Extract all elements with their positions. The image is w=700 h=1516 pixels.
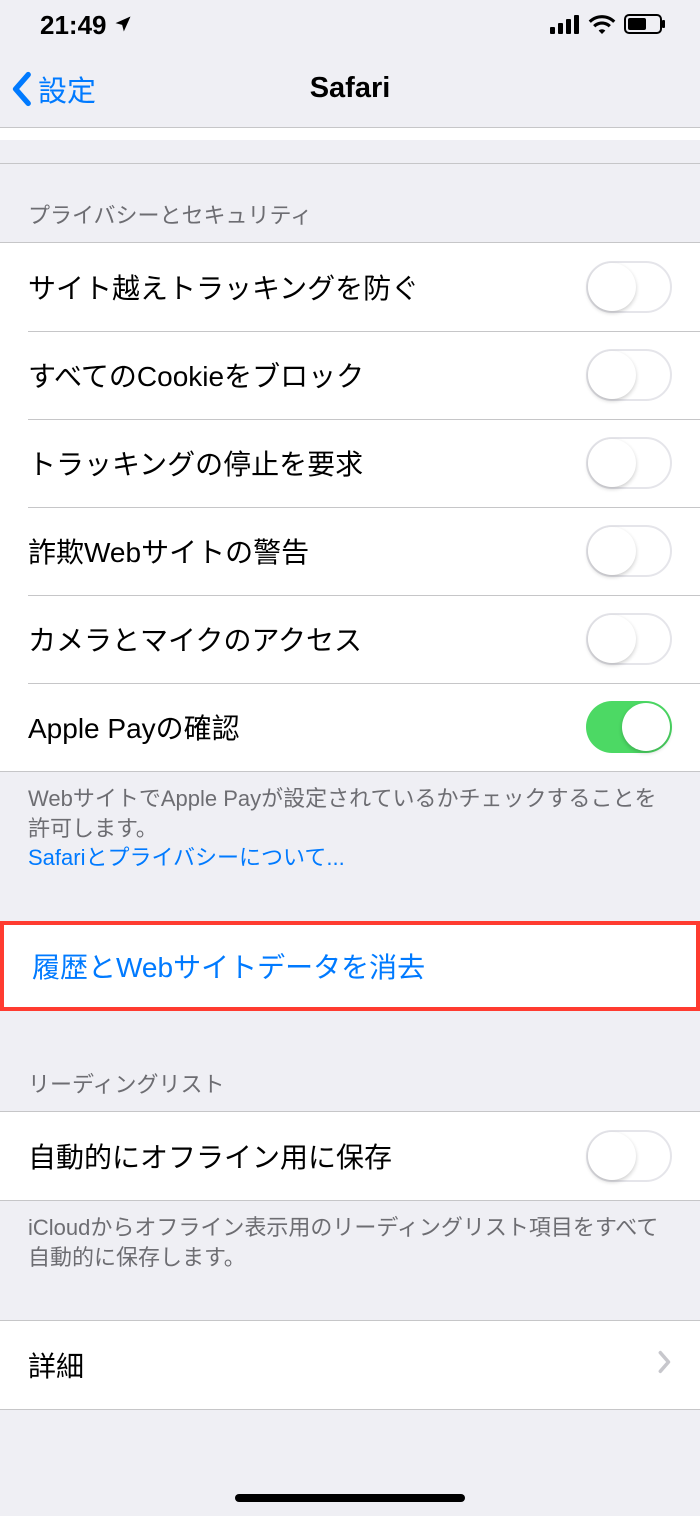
section-footer-privacy: WebサイトでApple Payが設定されているかチェックすることを許可します。… bbox=[0, 772, 700, 903]
footer-text: WebサイトでApple Payが設定されているかチェックすることを許可します。 bbox=[28, 786, 656, 841]
chevron-left-icon bbox=[10, 71, 32, 107]
clear-history-label: 履歴とWebサイトデータを消去 bbox=[32, 946, 425, 986]
row-label: Apple Payの確認 bbox=[28, 707, 240, 747]
row-fraud-warning[interactable]: 詐欺Webサイトの警告 bbox=[0, 507, 700, 595]
row-cross-site-tracking[interactable]: サイト越えトラッキングを防ぐ bbox=[0, 243, 700, 331]
wifi-icon bbox=[588, 10, 616, 41]
cellular-icon bbox=[550, 10, 580, 41]
toggle-do-not-track[interactable] bbox=[586, 437, 672, 489]
row-label: 詳細 bbox=[28, 1345, 84, 1385]
status-bar: 21:49 bbox=[0, 0, 700, 50]
row-label: 詐欺Webサイトの警告 bbox=[28, 531, 309, 571]
row-clear-history[interactable]: 履歴とWebサイトデータを消去 bbox=[4, 925, 696, 1007]
chevron-right-icon bbox=[658, 1349, 672, 1381]
home-indicator[interactable] bbox=[235, 1494, 465, 1502]
location-icon bbox=[113, 10, 133, 41]
row-label: カメラとマイクのアクセス bbox=[28, 619, 362, 659]
toggle-cross-site[interactable] bbox=[586, 261, 672, 313]
toggle-apple-pay[interactable] bbox=[586, 701, 672, 753]
section-footer-reading: iCloudからオフライン表示用のリーディングリスト項目をすべて自動的に保存しま… bbox=[0, 1201, 700, 1302]
section-header-privacy: プライバシーとセキュリティ bbox=[0, 164, 700, 242]
row-label: サイト越えトラッキングを防ぐ bbox=[28, 267, 419, 307]
row-do-not-track[interactable]: トラッキングの停止を要求 bbox=[0, 419, 700, 507]
status-time: 21:49 bbox=[40, 10, 107, 41]
toggle-auto-save[interactable] bbox=[586, 1130, 672, 1182]
row-label: すべてのCookieをブロック bbox=[28, 355, 364, 395]
toggle-fraud-warning[interactable] bbox=[586, 525, 672, 577]
row-auto-save-offline[interactable]: 自動的にオフライン用に保存 bbox=[0, 1112, 700, 1200]
back-button[interactable]: 設定 bbox=[10, 68, 96, 110]
toggle-camera-mic[interactable] bbox=[586, 613, 672, 665]
row-camera-mic[interactable]: カメラとマイクのアクセス bbox=[0, 595, 700, 683]
row-block-cookies[interactable]: すべてのCookieをブロック bbox=[0, 331, 700, 419]
page-title: Safari bbox=[310, 72, 391, 105]
navbar: 設定 Safari bbox=[0, 50, 700, 128]
row-apple-pay[interactable]: Apple Payの確認 bbox=[0, 683, 700, 771]
row-label: 自動的にオフライン用に保存 bbox=[28, 1136, 392, 1176]
back-label: 設定 bbox=[38, 68, 96, 110]
section-header-reading: リーディングリスト bbox=[0, 1011, 700, 1111]
row-advanced[interactable]: 詳細 bbox=[0, 1321, 700, 1409]
row-label: トラッキングの停止を要求 bbox=[28, 443, 363, 483]
toggle-block-cookies[interactable] bbox=[586, 349, 672, 401]
battery-icon bbox=[624, 10, 666, 41]
privacy-link[interactable]: Safariとプライバシーについて... bbox=[28, 845, 345, 870]
